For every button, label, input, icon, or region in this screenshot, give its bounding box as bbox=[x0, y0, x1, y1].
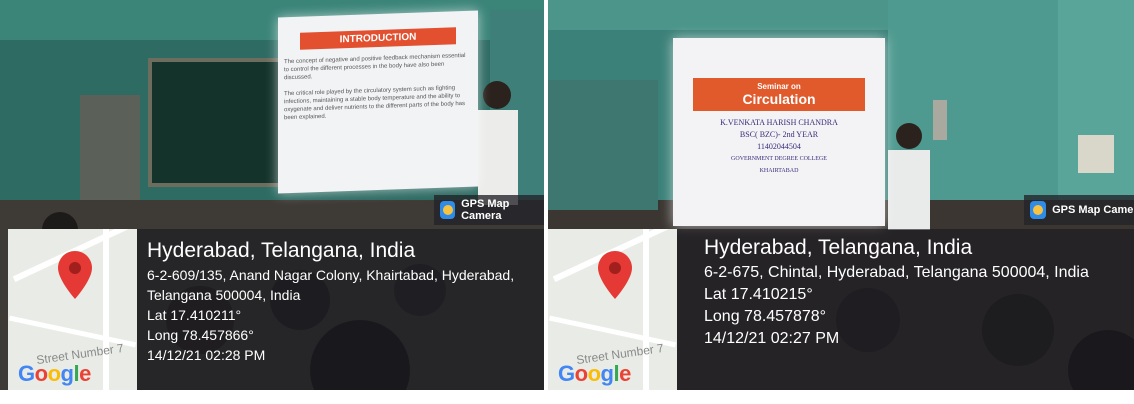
location-info-left: Hyderabad, Telangana, India 6-2-609/135,… bbox=[147, 239, 514, 363]
slide-title-bar: INTRODUCTION bbox=[300, 27, 456, 50]
latitude: Lat 17.410211° bbox=[147, 307, 242, 323]
projected-slide-left: INTRODUCTION The concept of negative and… bbox=[278, 10, 478, 194]
longitude: Long 78.457878° bbox=[704, 308, 827, 325]
longitude: Long 78.457866° bbox=[147, 327, 254, 343]
photo-right: Seminar on Circulation K.VENKATA HARISH … bbox=[548, 0, 1134, 390]
location-title: Hyderabad, Telangana, India bbox=[147, 239, 416, 262]
map-thumbnail-right: Street Number 7 Google bbox=[548, 229, 677, 390]
timestamp: 14/12/21 02:27 PM bbox=[704, 330, 840, 347]
latitude: Lat 17.410215° bbox=[704, 286, 813, 303]
address-line-1: 6-2-609/135, Anand Nagar Colony, Khairta… bbox=[147, 267, 515, 283]
gps-camera-icon bbox=[440, 201, 456, 219]
gps-badge-right: GPS Map Camera bbox=[1024, 195, 1134, 225]
slide-title: Circulation bbox=[742, 91, 816, 107]
location-pin-icon bbox=[598, 251, 632, 299]
google-logo: Google bbox=[558, 361, 631, 386]
location-info-right: Hyderabad, Telangana, India 6-2-675, Chi… bbox=[704, 236, 1089, 348]
address-line-2: Telangana 500004, India bbox=[147, 287, 301, 303]
photo-left: INTRODUCTION The concept of negative and… bbox=[0, 0, 544, 390]
slide-college: GOVERNMENT DEGREE COLLEGE bbox=[731, 156, 827, 162]
slide-roll-number: 11402044504 bbox=[757, 142, 801, 151]
gps-camera-icon bbox=[1030, 201, 1047, 219]
gps-badge-label: GPS Map Camera bbox=[461, 198, 510, 222]
timestamp: 14/12/21 02:28 PM bbox=[147, 347, 266, 363]
slide-paragraph-2: The critical role played by the circulat… bbox=[284, 85, 466, 122]
google-logo: Google bbox=[18, 361, 91, 386]
slide-presenter-name: K.VENKATA HARISH CHANDRA bbox=[720, 118, 838, 127]
projected-slide-right: Seminar on Circulation K.VENKATA HARISH … bbox=[673, 38, 885, 226]
location-pin-icon bbox=[58, 251, 92, 299]
slide-subtitle: Seminar on bbox=[757, 82, 801, 91]
slide-title: INTRODUCTION bbox=[339, 31, 417, 46]
slide-course: BSC( BZC)- 2nd YEAR bbox=[739, 130, 819, 139]
map-thumbnail-left: Street Number 7 Google bbox=[8, 229, 137, 390]
gps-badge-left: GPS Map Camera bbox=[434, 195, 544, 225]
slide-title-bar: Seminar on Circulation bbox=[693, 78, 865, 111]
gps-badge-label: GPS Map Camera bbox=[1052, 204, 1134, 216]
location-title: Hyderabad, Telangana, India bbox=[704, 236, 973, 259]
slide-place: KHAIRTABAD bbox=[759, 168, 799, 174]
address-line-1: 6-2-675, Chintal, Hyderabad, Telangana 5… bbox=[704, 264, 1089, 281]
